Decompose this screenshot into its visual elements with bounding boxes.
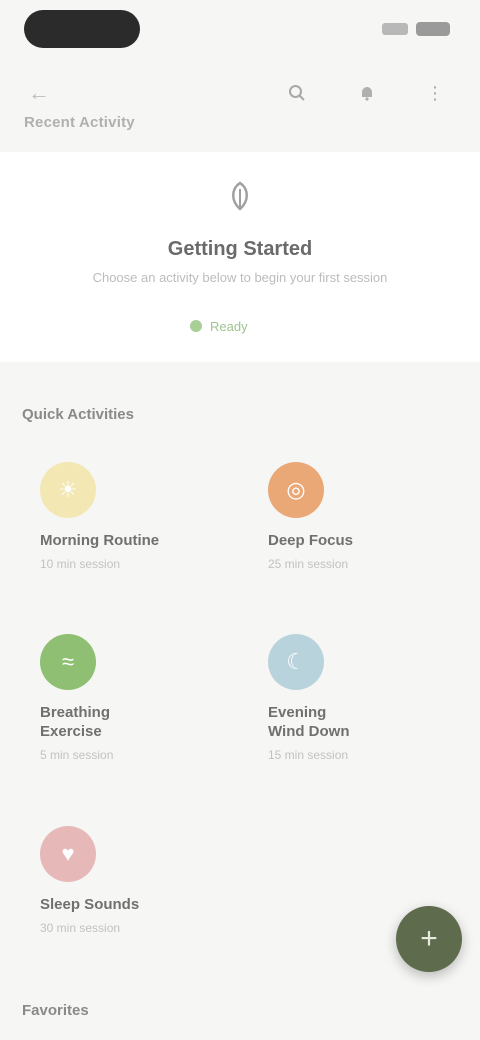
- more-icon[interactable]: ⋮: [418, 76, 452, 110]
- card-subtitle: Choose an activity below to begin your f…: [92, 270, 388, 285]
- activity-title: Breathing Exercise: [40, 704, 111, 740]
- plus-icon: +: [420, 922, 438, 955]
- activity-item[interactable]: ☾ Evening Wind Down 15 min session: [268, 634, 468, 762]
- activity-title: Sleep Sounds: [40, 896, 140, 913]
- activity-subtitle: 5 min session: [40, 747, 114, 762]
- wind-icon: ≈: [40, 634, 96, 690]
- activity-subtitle: 15 min session: [268, 747, 349, 762]
- status-dot-icon: [190, 320, 202, 332]
- activity-title: Evening Wind Down: [268, 704, 350, 740]
- activity-title: Morning Routine: [40, 532, 160, 549]
- battery-icon: [416, 22, 450, 36]
- status-icons: [382, 22, 450, 36]
- arrow-left-icon[interactable]: ←: [26, 80, 52, 106]
- activity-item[interactable]: ≈ Breathing Exercise 5 min session: [40, 634, 240, 762]
- activity-subtitle: 25 min session: [268, 556, 349, 571]
- sun-icon: ☀: [40, 462, 96, 518]
- section-title-activities: Quick Activities: [22, 406, 134, 423]
- moon-icon: ☾: [268, 634, 324, 690]
- dynamic-island: [24, 10, 140, 48]
- activity-item[interactable]: ☀ Morning Routine 10 min session: [40, 462, 240, 571]
- activity-item[interactable]: ♥ Sleep Sounds 30 min session: [40, 826, 240, 935]
- status-chip[interactable]: Ready: [176, 312, 262, 340]
- add-button[interactable]: +: [396, 906, 462, 972]
- top-app-bar: ← ⋮ Recent Activity: [0, 64, 480, 154]
- status-bar: [0, 0, 480, 64]
- activity-item[interactable]: ◎ Deep Focus 25 min session: [268, 462, 468, 571]
- bell-icon[interactable]: [350, 76, 384, 110]
- chip-label: Ready: [210, 318, 248, 334]
- leaf-icon: [220, 176, 260, 216]
- target-icon: ◎: [268, 462, 324, 518]
- search-icon[interactable]: [280, 76, 314, 110]
- signal-icon: [382, 23, 408, 35]
- activity-subtitle: 10 min session: [40, 556, 121, 571]
- activity-title: Deep Focus: [268, 532, 354, 549]
- card-title: Getting Started: [167, 238, 313, 260]
- heart-icon: ♥: [40, 826, 96, 882]
- page-title: Recent Activity: [24, 114, 135, 131]
- intro-card: Getting Started Choose an activity below…: [0, 152, 480, 362]
- section-title-favorites: Favorites: [22, 1002, 89, 1019]
- activity-subtitle: 30 min session: [40, 920, 121, 935]
